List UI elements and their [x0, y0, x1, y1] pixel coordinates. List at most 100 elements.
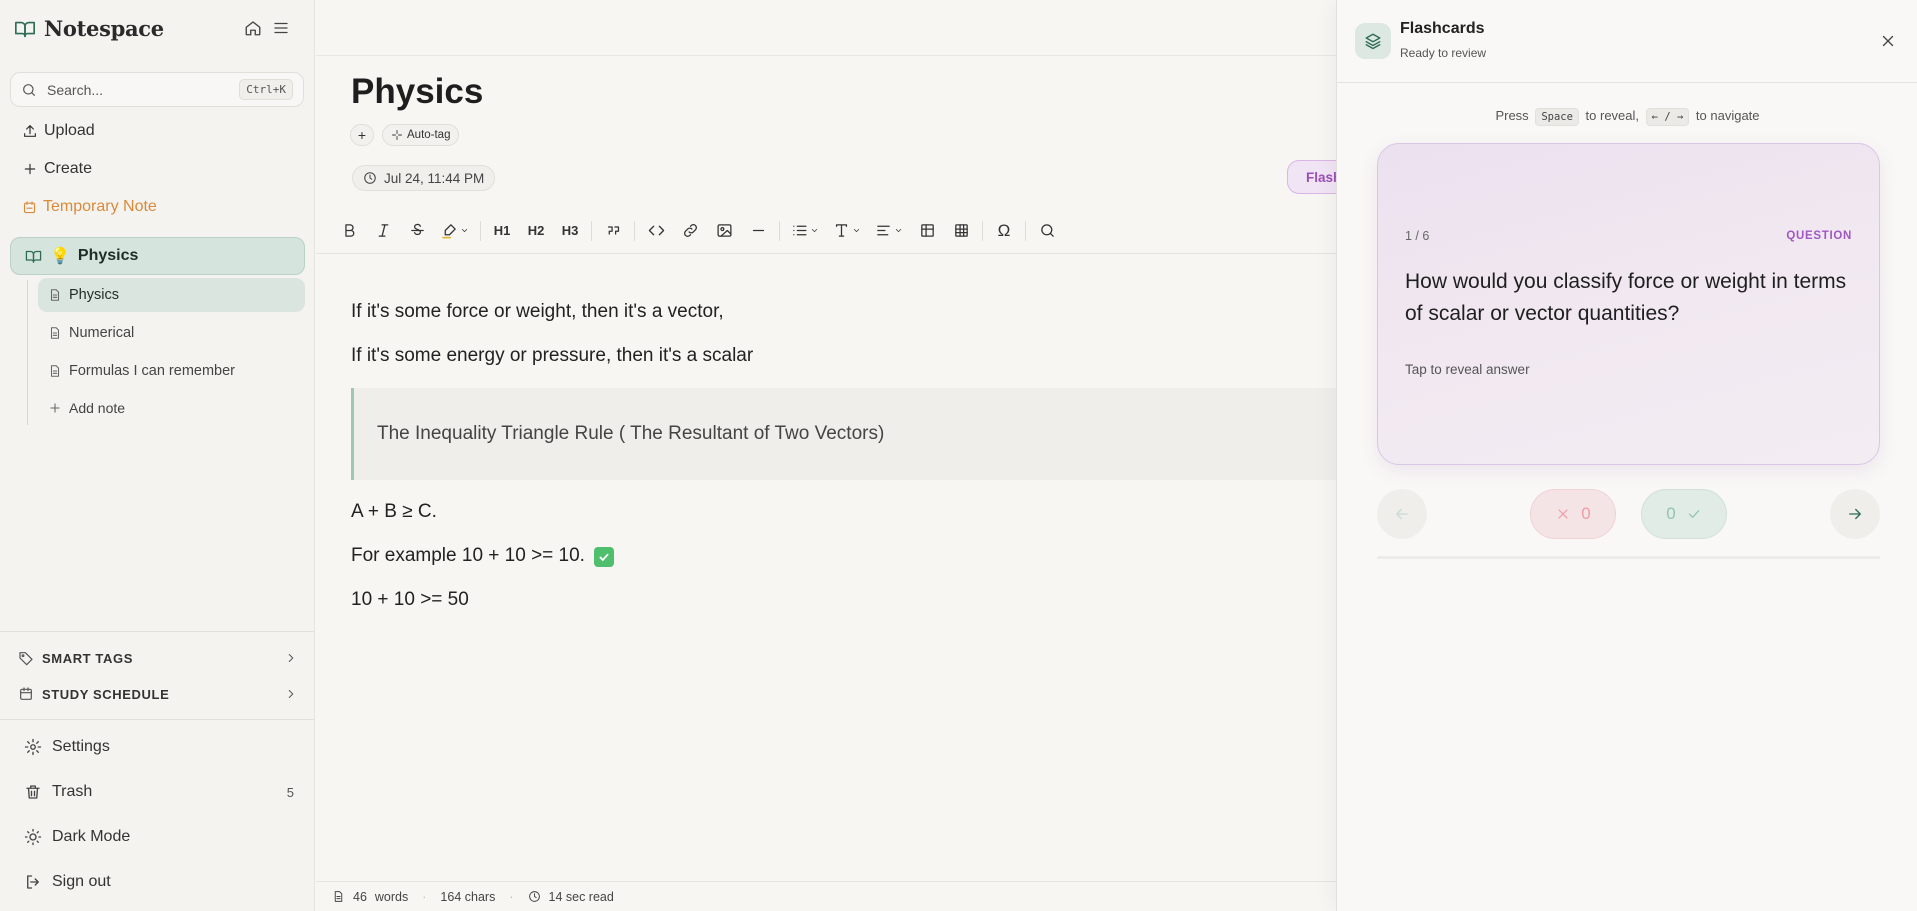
blockquote: The Inequality Triangle Rule ( The Resul… [351, 388, 1336, 480]
document-icon [334, 891, 343, 902]
notebook-physics[interactable]: 💡 Physics [10, 237, 305, 275]
sidebar-divider [0, 631, 315, 632]
table-button[interactable] [910, 214, 944, 248]
chevron-down-icon [895, 229, 902, 232]
search-shortcut: Ctrl+K [239, 79, 293, 100]
previous-card-button[interactable] [1377, 489, 1427, 539]
note-label: Physics [69, 287, 119, 303]
trash-icon [26, 785, 40, 799]
add-tag-button[interactable]: + [350, 124, 374, 146]
strikethrough-button[interactable] [400, 214, 434, 248]
italic-button[interactable] [366, 214, 400, 248]
heading-2-button[interactable]: H2 [519, 214, 553, 248]
document-icon [50, 365, 60, 377]
list-dropdown[interactable] [784, 214, 826, 248]
editor-content[interactable]: If it's some force or weight, then it's … [351, 290, 1336, 622]
hint-text: to reveal, [1585, 108, 1640, 123]
tree-line [27, 280, 28, 425]
toolbar-separator [634, 220, 635, 241]
chevron-right-icon [288, 689, 294, 699]
trash-button[interactable]: Trash 5 [24, 783, 294, 801]
sidebar: Notespace Ctrl+K Upload Create Temporary… [0, 0, 315, 911]
toolbar-separator [779, 220, 780, 241]
tag-icon [19, 652, 33, 666]
status-bar: 46 words · 164 chars · 14 sec read [316, 881, 1336, 911]
note-item-formulas[interactable]: Formulas I can remember [38, 354, 305, 388]
search-box[interactable]: Ctrl+K [10, 72, 304, 107]
heading-1-button[interactable]: H1 [485, 214, 519, 248]
temporary-note-button[interactable]: Temporary Note [22, 198, 157, 216]
paragraph-text: For example 10 + 10 >= 10. [351, 545, 585, 566]
study-schedule-section[interactable]: STUDY SCHEDULE [18, 686, 298, 702]
strikethrough-icon [410, 223, 424, 236]
bold-button[interactable] [332, 214, 366, 248]
chevron-down-icon [461, 229, 468, 232]
calendar-icon [20, 687, 32, 700]
clock-icon [364, 172, 376, 184]
grid-table-button[interactable] [944, 214, 978, 248]
correct-count: 0 [1666, 504, 1676, 523]
image-button[interactable] [707, 214, 741, 248]
chevron-down-icon [853, 229, 860, 232]
paragraph-with-check: For example 10 + 10 >= 10. [351, 534, 1336, 578]
editor: Physics + Auto-tag Jul 24, 11:44 PM Flas… [316, 0, 1347, 911]
code-icon [648, 225, 664, 236]
upload-button[interactable]: Upload [22, 122, 95, 140]
auto-tag-label: Auto-tag [407, 129, 451, 141]
find-button[interactable] [1030, 214, 1064, 248]
flashcard[interactable]: 1 / 6 QUESTION How would you classify fo… [1377, 143, 1880, 465]
progress-track [1377, 556, 1880, 559]
wrong-count: 0 [1581, 504, 1591, 523]
sign-out-button[interactable]: Sign out [24, 873, 294, 891]
blockquote-button[interactable] [596, 214, 630, 248]
smart-tags-section[interactable]: SMART TAGS [18, 650, 298, 666]
note-item-physics[interactable]: Physics [38, 278, 305, 312]
special-character-button[interactable]: Ω [987, 214, 1021, 248]
settings-button[interactable]: Settings [24, 738, 294, 756]
horizontal-rule-button[interactable] [741, 214, 775, 248]
home-icon[interactable] [244, 19, 262, 37]
hint-text: Press [1495, 108, 1529, 123]
page-title[interactable]: Physics [351, 72, 483, 112]
brand[interactable]: Notespace [14, 16, 164, 41]
sign-out-label: Sign out [52, 873, 111, 890]
hint-slash: / [1664, 111, 1671, 123]
note-item-numerical[interactable]: Numerical [38, 316, 305, 350]
heading-3-button[interactable]: H3 [553, 214, 587, 248]
temporary-note-label: Temporary Note [43, 198, 157, 215]
align-dropdown[interactable] [868, 214, 910, 248]
auto-tag-button[interactable]: Auto-tag [382, 124, 460, 146]
code-button[interactable] [639, 214, 673, 248]
close-icon[interactable] [1879, 32, 1897, 50]
note-label: Formulas I can remember [69, 363, 235, 379]
note-label: Numerical [69, 325, 135, 341]
date-chip: Jul 24, 11:44 PM [352, 165, 496, 191]
settings-label: Settings [52, 738, 110, 755]
create-button[interactable]: Create [22, 160, 92, 178]
study-schedule-label: STUDY SCHEDULE [42, 686, 170, 702]
flashcards-header: Flashcards Ready to review [1337, 0, 1917, 83]
highlight-button[interactable] [434, 214, 476, 248]
status-separator: · [509, 889, 514, 904]
x-icon [1558, 509, 1568, 519]
menu-icon[interactable] [272, 19, 290, 37]
dark-mode-toggle[interactable]: Dark Mode [24, 828, 294, 846]
toolbar-separator [982, 220, 983, 241]
add-note-button[interactable]: Add note [38, 391, 305, 425]
mark-wrong-button[interactable]: 0 [1530, 489, 1616, 539]
table-icon [920, 224, 934, 237]
next-card-button[interactable] [1830, 489, 1880, 539]
word-count-label: words [374, 889, 409, 904]
hint-key-space: Space [1535, 108, 1579, 126]
toolbar-separator [1025, 220, 1026, 241]
check-mark-icon [594, 547, 615, 567]
link-button[interactable] [673, 214, 707, 248]
book-open-icon [25, 250, 42, 263]
dark-mode-label: Dark Mode [52, 828, 131, 845]
quote-icon [607, 226, 619, 235]
trash-count: 5 [286, 784, 294, 800]
search-input[interactable] [47, 81, 230, 98]
mark-correct-button[interactable]: 0 [1641, 489, 1727, 539]
chevron-right-icon [288, 653, 294, 663]
text-style-dropdown[interactable] [826, 214, 868, 248]
